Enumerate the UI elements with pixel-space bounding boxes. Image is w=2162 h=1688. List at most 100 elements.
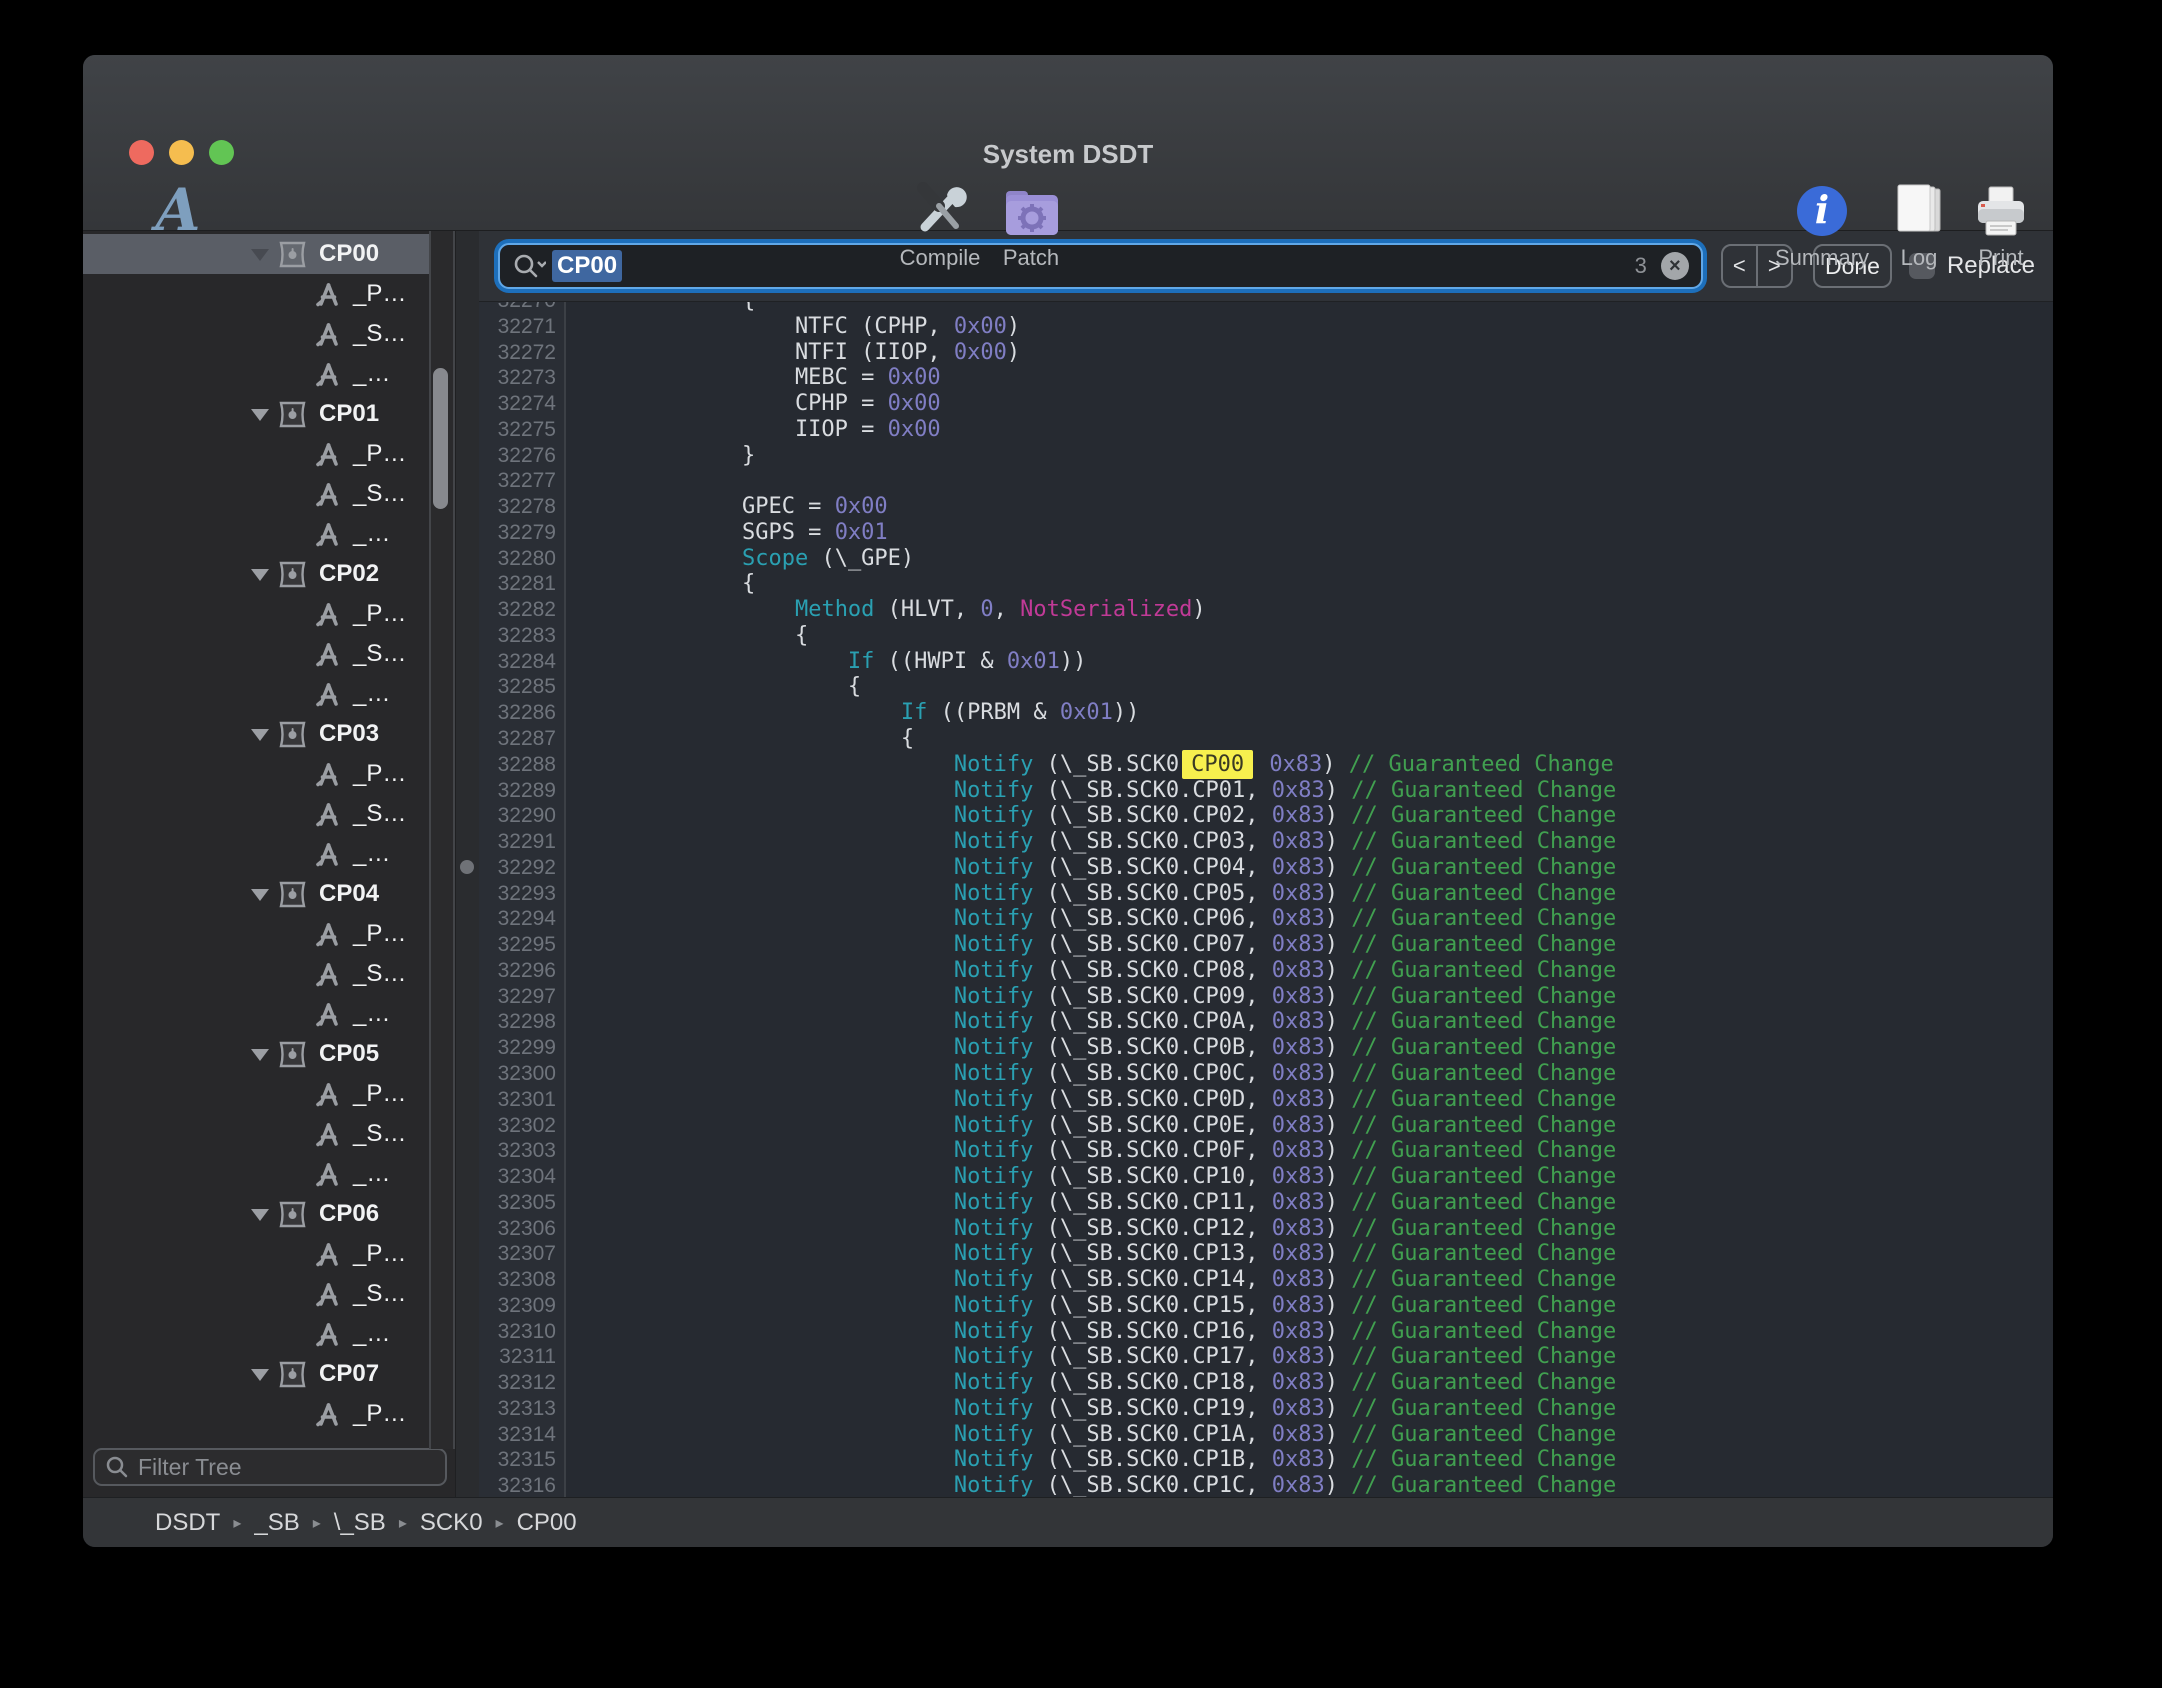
tree-item-label: CP01 xyxy=(319,400,379,428)
breadcrumb-item[interactable]: CP00 xyxy=(517,1509,577,1537)
print-button[interactable]: Print xyxy=(1936,177,2053,271)
tree-child-item[interactable]: _S… xyxy=(83,1274,455,1314)
code-line: NTFC (CPHP, 0x00) xyxy=(636,314,2053,340)
code-line: Notify (\_SB.SCK0.CP07, 0x83) // Guarant… xyxy=(636,932,2053,958)
line-number: 32285 xyxy=(479,674,556,700)
line-number: 32282 xyxy=(479,597,556,623)
tree-item-label: CP00 xyxy=(319,240,379,268)
tree-child-item[interactable]: _P… xyxy=(83,754,455,794)
line-number: 32276 xyxy=(479,443,556,469)
code-line: GPEC = 0x00 xyxy=(636,494,2053,520)
tree-item-label: _P… xyxy=(353,920,406,948)
tree-child-item[interactable]: _P… xyxy=(83,1234,455,1274)
line-number: 32287 xyxy=(479,726,556,752)
code-line: If ((HWPI & 0x01)) xyxy=(636,649,2053,675)
tree-item-label: _S… xyxy=(353,320,406,348)
disclosure-triangle-icon[interactable] xyxy=(251,569,269,590)
tree-item-label: _P… xyxy=(353,1240,406,1268)
find-query[interactable]: CP00 xyxy=(552,250,622,282)
disclosure-triangle-icon[interactable] xyxy=(251,409,269,430)
clear-search-button[interactable]: × xyxy=(1661,252,1689,280)
tree-item-cp05[interactable]: CP05 xyxy=(83,1034,455,1074)
tree-child-item[interactable]: _… xyxy=(83,674,455,714)
disclosure-triangle-icon[interactable] xyxy=(251,249,269,270)
tree-item-cp00[interactable]: CP00 xyxy=(83,234,455,274)
method-icon xyxy=(315,1281,342,1308)
sidebar-scrollbar-thumb[interactable] xyxy=(433,368,448,509)
main-area: CP00_P…_S…_…CP01_P…_S…_…CP02_P…_S…_…CP03… xyxy=(83,231,2053,1497)
breadcrumb-separator-icon: ▸ xyxy=(233,1513,241,1533)
breadcrumb-item[interactable]: SCK0 xyxy=(420,1509,483,1537)
method-icon xyxy=(315,761,342,788)
breadcrumb-separator-icon: ▸ xyxy=(313,1513,321,1533)
tree-child-item[interactable]: _P… xyxy=(83,274,455,314)
tree-child-item[interactable]: _P… xyxy=(83,1074,455,1114)
disclosure-triangle-icon[interactable] xyxy=(251,1049,269,1070)
code-line: Notify (\_SB.SCK0.CP11, 0x83) // Guarant… xyxy=(636,1190,2053,1216)
svg-text:i: i xyxy=(1815,187,1829,232)
tree-item-cp01[interactable]: CP01 xyxy=(83,394,455,434)
line-number: 32283 xyxy=(479,623,556,649)
code-line: Notify (\_SB.SCK0.CP0C, 0x83) // Guarant… xyxy=(636,1061,2053,1087)
split-divider[interactable] xyxy=(455,231,479,1497)
tree-child-item[interactable]: _… xyxy=(83,1154,455,1194)
code-editor[interactable]: 3227032271322723227332274322753227632277… xyxy=(479,302,2053,1497)
breadcrumb-item[interactable]: DSDT xyxy=(155,1509,220,1537)
tree-child-item[interactable]: _… xyxy=(83,994,455,1034)
patch-button[interactable]: Patch xyxy=(966,177,1096,271)
tree-child-item[interactable]: _P… xyxy=(83,434,455,474)
tree-item-cp02[interactable]: CP02 xyxy=(83,554,455,594)
filter-tree-input[interactable]: Filter Tree xyxy=(93,1448,447,1486)
disclosure-triangle-icon[interactable] xyxy=(251,1209,269,1230)
tree-child-item[interactable]: _P… xyxy=(83,594,455,634)
tree-child-item[interactable]: _S… xyxy=(83,794,455,834)
tree-item-label: _S… xyxy=(353,960,406,988)
disclosure-triangle-icon[interactable] xyxy=(251,1369,269,1390)
code-lines[interactable]: { NTFC (CPHP, 0x00) NTFI (IIOP, 0x00) ME… xyxy=(566,302,2053,1497)
code-line: MEBC = 0x00 xyxy=(636,365,2053,391)
tree-item-cp07[interactable]: CP07 xyxy=(83,1354,455,1394)
line-number: 32312 xyxy=(479,1370,556,1396)
tree-child-item[interactable]: _S… xyxy=(83,954,455,994)
line-number: 32303 xyxy=(479,1138,556,1164)
tree-child-item[interactable]: _S… xyxy=(83,634,455,674)
tree-child-item[interactable]: _S… xyxy=(83,1114,455,1154)
scope-icon xyxy=(277,881,308,908)
find-input[interactable]: CP00 3 × xyxy=(498,243,1703,289)
find-match-highlight: CP00 xyxy=(1182,750,1253,779)
tree-child-item[interactable]: _… xyxy=(83,354,455,394)
tree-child-item[interactable]: _S… xyxy=(83,314,455,354)
line-number: 32274 xyxy=(479,391,556,417)
tree-child-item[interactable]: _… xyxy=(83,1314,455,1354)
breadcrumb-item[interactable]: _SB xyxy=(254,1509,299,1537)
tree-item-cp03[interactable]: CP03 xyxy=(83,714,455,754)
disclosure-triangle-icon[interactable] xyxy=(251,729,269,750)
tree-child-item[interactable]: _… xyxy=(83,514,455,554)
tree-child-item[interactable]: _S… xyxy=(83,474,455,514)
scope-icon xyxy=(277,721,308,748)
sidebar-scrollbar[interactable] xyxy=(429,231,455,1449)
tree-child-item[interactable]: _… xyxy=(83,834,455,874)
tree-item-label: _S… xyxy=(353,1440,406,1443)
method-icon xyxy=(315,521,342,548)
breadcrumb-item[interactable]: \_SB xyxy=(334,1509,386,1537)
line-number: 32291 xyxy=(479,829,556,855)
tree-item-cp06[interactable]: CP06 xyxy=(83,1194,455,1234)
tree-child-item[interactable]: _S… xyxy=(83,1434,455,1443)
search-menu-icon[interactable] xyxy=(512,251,546,281)
tree-item-label: CP03 xyxy=(319,720,379,748)
line-number: 32314 xyxy=(479,1422,556,1448)
disclosure-triangle-icon[interactable] xyxy=(251,889,269,910)
tree-child-item[interactable]: _P… xyxy=(83,914,455,954)
line-number: 32288 xyxy=(479,752,556,778)
tree-item-cp04[interactable]: CP04 xyxy=(83,874,455,914)
tree-item-label: CP04 xyxy=(319,880,379,908)
divider-handle[interactable] xyxy=(460,860,474,874)
line-number: 32286 xyxy=(479,700,556,726)
method-icon xyxy=(315,921,342,948)
find-previous-button[interactable]: < xyxy=(1723,246,1758,286)
code-line: { xyxy=(636,674,2053,700)
tree-child-item[interactable]: _P… xyxy=(83,1394,455,1434)
code-line: IIOP = 0x00 xyxy=(636,417,2053,443)
method-icon xyxy=(315,601,342,628)
